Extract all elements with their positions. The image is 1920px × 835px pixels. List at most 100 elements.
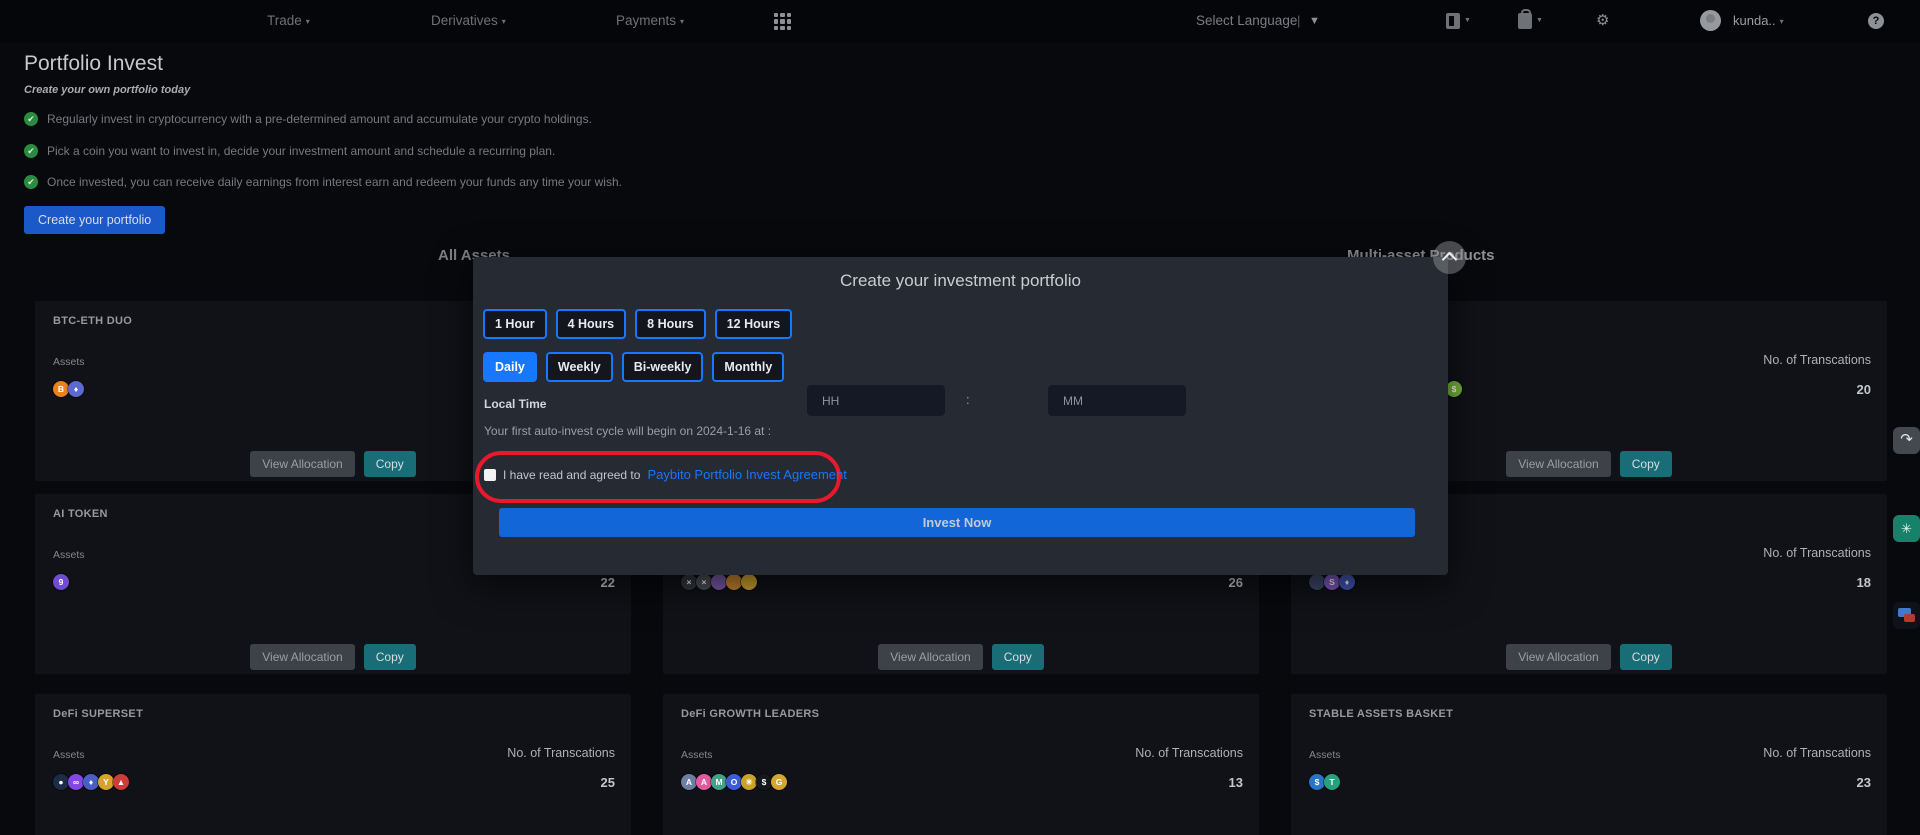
feature-bullet: ✔Pick a coin you want to invest in, deci… (24, 144, 555, 158)
view-allocation-button[interactable]: View Allocation (878, 644, 983, 670)
coin-icon: O (726, 774, 742, 790)
share-icon[interactable]: ↷ (1893, 427, 1920, 454)
assets-label: Assets (53, 356, 85, 368)
bullet-text: Regularly invest in cryptocurrency with … (47, 112, 592, 126)
card-title: DeFi SUPERSET (53, 708, 143, 720)
interval-8-hours[interactable]: 8 Hours (635, 309, 706, 339)
feature-bullet: ✔Regularly invest in cryptocurrency with… (24, 112, 592, 126)
transactions-count: 25 (601, 775, 615, 790)
cards-row: DeFi SUPERSET Assets No. of Transcations ●∞… (35, 694, 1887, 835)
chevron-down-icon: ▾ (1780, 17, 1784, 26)
chevron-down-icon[interactable]: ▼ (1464, 0, 1471, 42)
settings-gear-icon[interactable]: ⚙ (1596, 0, 1609, 42)
card-actions: View Allocation Copy (35, 644, 631, 670)
frequency-daily[interactable]: Daily (483, 352, 537, 382)
transactions-count: 26 (1229, 575, 1243, 590)
interval-4-hours[interactable]: 4 Hours (556, 309, 627, 339)
agreement-text: I have read and agreed to (503, 468, 640, 482)
asset-coins: AAMO✳$G (681, 774, 786, 790)
coin-icon: A (696, 774, 712, 790)
chevron-down-icon[interactable]: ▼ (1536, 0, 1543, 42)
check-icon: ✔ (24, 175, 38, 189)
frequency-bi-weekly[interactable]: Bi-weekly (622, 352, 704, 382)
copy-button[interactable]: Copy (364, 451, 416, 477)
page-title: Portfolio Invest (24, 52, 163, 76)
card-actions: View Allocation Copy (1291, 644, 1887, 670)
agreement-checkbox[interactable] (484, 469, 496, 481)
coin-icon: S (1324, 574, 1340, 590)
page-subtitle: Create your own portfolio today (24, 84, 190, 96)
language-caret-icon[interactable]: ▼ (1309, 0, 1320, 42)
transactions-count: 22 (601, 575, 615, 590)
asset-coins: ×× (681, 574, 756, 590)
nav-derivatives[interactable]: Derivatives▾ (431, 0, 506, 42)
coin-icon: ♦ (68, 381, 84, 397)
user-avatar[interactable] (1700, 10, 1721, 31)
select-language[interactable]: Select Language (1196, 0, 1297, 42)
view-allocation-button[interactable]: View Allocation (250, 451, 355, 477)
frequency-weekly[interactable]: Weekly (546, 352, 613, 382)
assets-label: Assets (681, 749, 713, 761)
nav-trade[interactable]: Trade▾ (267, 0, 310, 42)
frequency-options: Daily Weekly Bi-weekly Monthly (483, 352, 784, 382)
time-colon: : (966, 392, 970, 407)
transactions-label: No. of Transcations (1763, 353, 1871, 367)
nav-payments[interactable]: Payments▾ (616, 0, 684, 42)
coin-icon (711, 574, 727, 590)
copy-button[interactable]: Copy (992, 644, 1044, 670)
coin-icon: $ (756, 774, 772, 790)
auto-invest-begin-text: Your first auto-invest cycle will begin … (484, 424, 771, 438)
portfolio-card: DeFi GROWTH LEADERSAssetsNo. of Transcat… (663, 694, 1259, 835)
chatgpt-icon[interactable]: ✳ (1893, 515, 1920, 542)
coin-icon: M (711, 774, 727, 790)
copy-button[interactable]: Copy (364, 644, 416, 670)
wallet-icon[interactable] (1518, 13, 1532, 29)
view-allocation-button[interactable]: View Allocation (1506, 451, 1611, 477)
create-portfolio-button[interactable]: Create your portfolio (24, 206, 165, 234)
asset-coins: 9 (53, 574, 68, 590)
apps-grid-icon[interactable] (774, 13, 791, 30)
orders-icon[interactable] (1446, 13, 1460, 29)
copy-button[interactable]: Copy (1620, 451, 1672, 477)
coin-icon: ♦ (83, 774, 99, 790)
coin-icon (741, 574, 757, 590)
hour-input[interactable] (807, 385, 945, 416)
asset-coins: ●∞♦Y▲ (53, 774, 128, 790)
chevron-down-icon: ▾ (502, 17, 506, 26)
card-title: AI TOKEN (53, 508, 108, 520)
view-allocation-button[interactable]: View Allocation (250, 644, 355, 670)
invest-now-button[interactable]: Invest Now (499, 508, 1415, 537)
coin-icon: Y (98, 774, 114, 790)
chevron-down-icon: ▾ (680, 17, 684, 26)
coin-icon: ∞ (68, 774, 84, 790)
interval-12-hours[interactable]: 12 Hours (715, 309, 793, 339)
transactions-count: 18 (1857, 575, 1871, 590)
modal-title: Create your investment portfolio (473, 271, 1448, 291)
scroll-top-button[interactable] (1433, 241, 1466, 274)
help-icon[interactable]: ? (1868, 13, 1884, 29)
coin-icon: T (1324, 774, 1340, 790)
coin-icon: 9 (53, 574, 69, 590)
coin-icon (726, 574, 742, 590)
top-navbar: Trade▾ Derivatives▾ Payments▾ Select Lan… (0, 0, 1920, 42)
coin-icon: $ (1309, 774, 1325, 790)
portfolio-invest-agreement-link[interactable]: Paybito Portfolio Invest Agreement (647, 467, 846, 482)
card-title: DeFi GROWTH LEADERS (681, 708, 819, 720)
bullet-text: Once invested, you can receive daily ear… (47, 175, 622, 189)
copy-button[interactable]: Copy (1620, 644, 1672, 670)
username-menu[interactable]: kunda..▾ (1733, 0, 1784, 42)
agreement-row: I have read and agreed to Paybito Portfo… (484, 467, 847, 482)
portfolio-card: STABLE ASSETS BASKETAssetsNo. of Transca… (1291, 694, 1887, 835)
frequency-monthly[interactable]: Monthly (712, 352, 784, 382)
transactions-label: No. of Transcations (507, 746, 615, 760)
minute-input[interactable] (1048, 385, 1186, 416)
interval-1-hour[interactable]: 1 Hour (483, 309, 547, 339)
transactions-count: 20 (1857, 382, 1871, 397)
card-title: BTC-ETH DUO (53, 315, 132, 327)
transactions-label: No. of Transcations (1763, 746, 1871, 760)
nav-divider: | (1297, 0, 1300, 42)
asset-coins: S♦ (1309, 574, 1354, 590)
view-allocation-button[interactable]: View Allocation (1506, 644, 1611, 670)
bullet-text: Pick a coin you want to invest in, decid… (47, 144, 555, 158)
chat-bubbles-icon[interactable] (1893, 602, 1920, 629)
